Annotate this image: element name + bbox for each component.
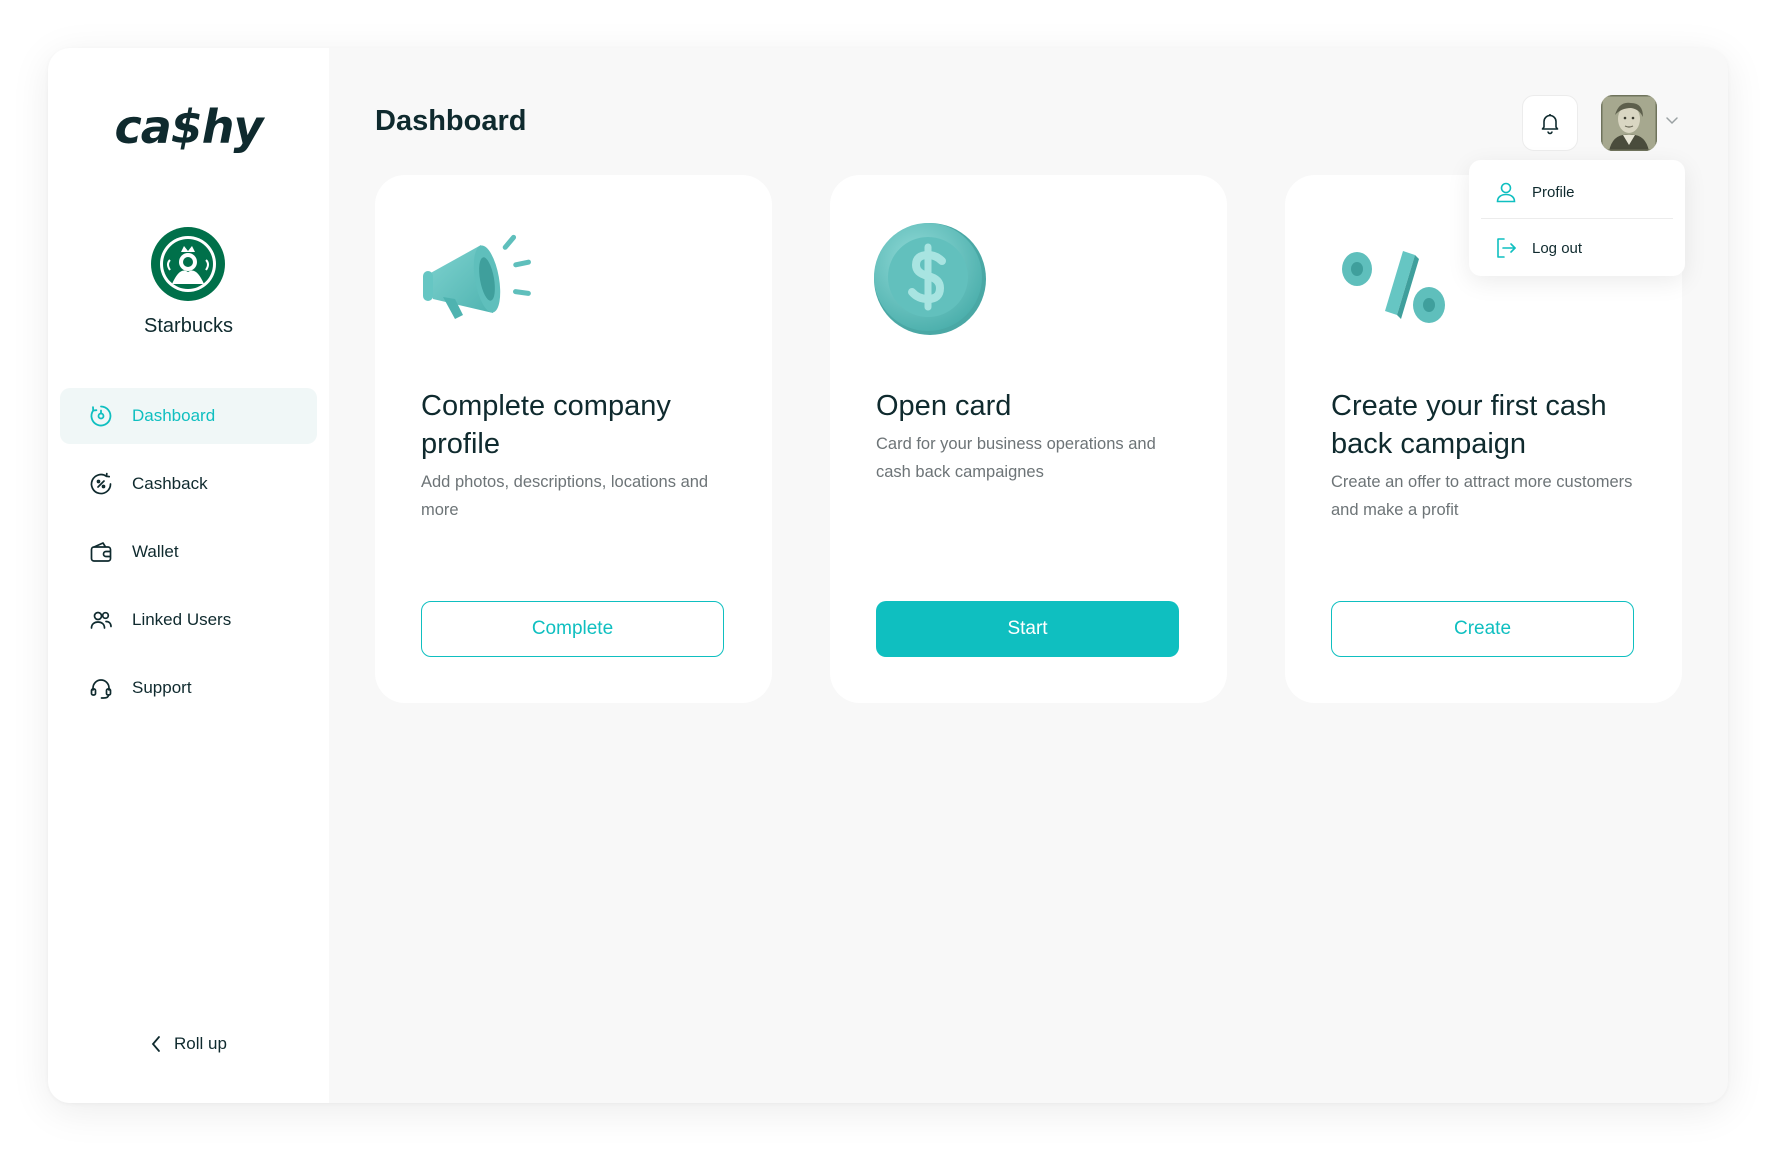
sidebar-item-label: Linked Users [132,610,232,629]
chevron-down-icon[interactable] [1665,115,1679,125]
chevron-left-icon [151,1036,160,1052]
complete-button[interactable]: Complete [421,601,724,657]
card-complete-profile: Complete company profile Add photos, des… [375,175,772,703]
company-name: Starbucks [144,315,233,337]
dashboard-icon [88,403,114,429]
roll-up-button[interactable]: Roll up [48,1034,329,1054]
logout-icon [1497,238,1516,258]
start-button[interactable]: Start [876,601,1179,657]
sidebar-item-support[interactable]: Support [60,660,317,716]
sidebar-item-linked-users[interactable]: Linked Users [60,592,317,648]
user-icon [1496,182,1516,203]
dollar-coin-icon [874,223,986,335]
roll-up-label: Roll up [174,1034,227,1053]
cashback-icon [88,471,114,497]
card-description: Card for your business operations and ca… [876,435,1156,481]
menu-item-label: Profile [1532,183,1575,201]
card-description: Add photos, descriptions, locations and … [421,473,709,519]
menu-item-log-out[interactable]: Log out [1469,222,1685,274]
starbucks-logo-icon [151,227,225,301]
sidebar-item-wallet[interactable]: Wallet [60,524,317,580]
app-window: ca$hy Starbucks Dashboard Cashback Walle… [48,48,1728,1103]
sidebar-item-label: Wallet [132,542,179,561]
menu-item-label: Log out [1532,239,1583,257]
sidebar-item-label: Support [132,678,192,697]
card-title: Open card [876,390,1012,422]
bell-icon [1541,114,1559,135]
sidebar-item-label: Dashboard [132,406,216,425]
create-button[interactable]: Create [1331,601,1634,657]
sidebar: ca$hy Starbucks Dashboard Cashback Walle… [48,48,329,1103]
card-title: Create your first cash back campaign [1331,390,1607,460]
user-menu-dropdown: Profile Log out [1469,160,1685,276]
notifications-button[interactable] [1522,95,1578,151]
headset-icon [88,675,114,701]
sidebar-item-label: Cashback [132,474,208,493]
card-title: Complete company profile [421,390,671,460]
card-description: Create an offer to attract more customer… [1331,473,1633,519]
user-avatar-icon [1601,95,1657,151]
app-logo[interactable]: ca$hy [48,100,329,154]
avatar[interactable] [1601,95,1657,151]
percent-icon [1342,251,1445,323]
card-open-card: Open card Card for your business operati… [830,175,1227,703]
sidebar-item-dashboard[interactable]: Dashboard [60,388,317,444]
menu-divider [1481,218,1673,219]
menu-item-profile[interactable]: Profile [1469,166,1685,218]
sidebar-nav: Dashboard Cashback Wallet Linked Users S… [60,388,317,728]
wallet-icon [88,539,114,565]
megaphone-icon [423,234,531,319]
users-icon [88,607,114,633]
page-title: Dashboard [375,105,527,137]
sidebar-item-cashback[interactable]: Cashback [60,456,317,512]
